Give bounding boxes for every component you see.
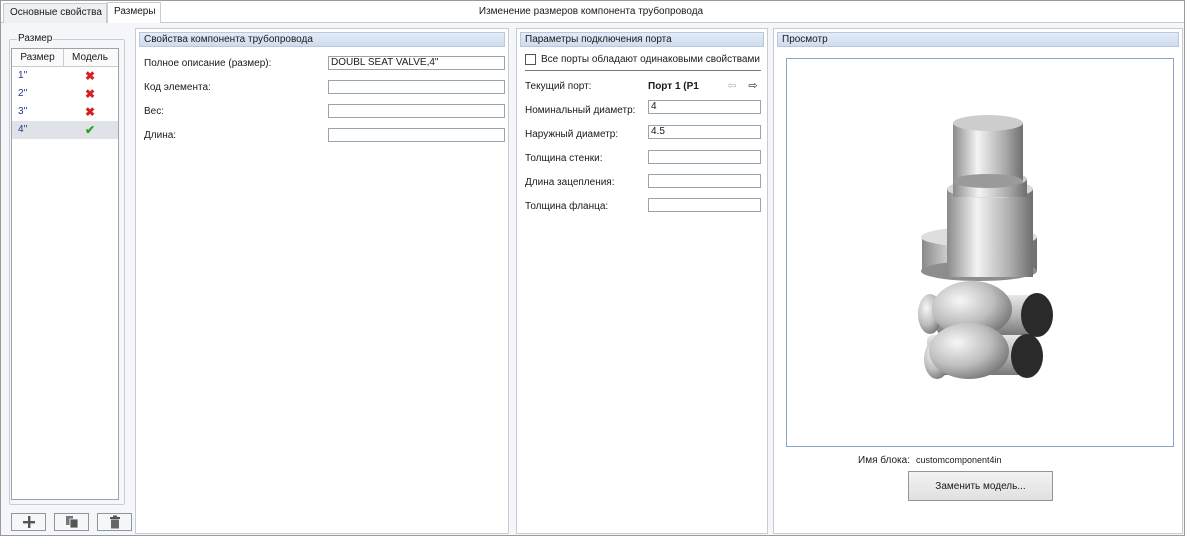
trash-icon: [109, 515, 120, 529]
size-row-2[interactable]: 2'' ✖: [12, 85, 118, 103]
port-parameters-panel: Параметры подключения порта Все порты об…: [516, 28, 768, 534]
x-icon: ✖: [84, 105, 96, 119]
flange-thickness-label: Толщина фланца:: [525, 201, 609, 212]
size-list[interactable]: Размер Модель 1'' ✖ 2'' ✖ 3'' ✖ 4'' ✔: [11, 48, 119, 500]
size-cell: 3'': [18, 106, 28, 117]
nominal-diameter-input[interactable]: 4: [648, 100, 761, 114]
engagement-length-input[interactable]: [648, 174, 761, 188]
element-code-input[interactable]: [328, 80, 505, 94]
flange-thickness-input[interactable]: [648, 198, 761, 212]
current-port-label: Текущий порт:: [525, 81, 592, 92]
length-label: Длина:: [144, 130, 177, 141]
element-code-label: Код элемента:: [144, 82, 211, 93]
block-name-label: Имя блока:: [858, 455, 910, 466]
next-port-arrow-icon[interactable]: ⇨: [746, 80, 760, 92]
size-cell: 2'': [18, 88, 28, 99]
window-title: Изменение размеров компонента трубопрово…: [478, 6, 704, 17]
full-description-label: Полное описание (размер):: [144, 58, 272, 69]
size-row-3[interactable]: 3'' ✖: [12, 103, 118, 121]
nominal-diameter-label: Номинальный диаметр:: [525, 105, 636, 116]
size-buttons: [11, 513, 132, 531]
column-header-size[interactable]: Размер: [12, 49, 64, 66]
size-row-4[interactable]: 4'' ✔: [12, 121, 118, 139]
model-preview-viewport[interactable]: [786, 58, 1174, 447]
column-header-model[interactable]: Модель: [64, 49, 116, 66]
outer-diameter-label: Наружный диаметр:: [525, 129, 619, 140]
prev-port-arrow-icon[interactable]: ⇦: [725, 80, 739, 92]
size-group-legend: Размер: [17, 33, 54, 44]
dialog-window: Основные свойства Размеры Изменение разм…: [0, 0, 1185, 536]
preview-header: Просмотр: [777, 32, 1179, 47]
outer-diameter-input[interactable]: 4.5: [648, 125, 761, 139]
plus-icon: [22, 516, 35, 528]
length-input[interactable]: [328, 128, 505, 142]
size-list-header: Размер Модель: [12, 49, 118, 67]
add-size-button[interactable]: [11, 513, 46, 531]
weight-input[interactable]: [328, 104, 505, 118]
all-ports-same-checkbox[interactable]: [525, 54, 536, 65]
engagement-length-label: Длина зацепления:: [525, 177, 615, 188]
size-cell: 1'': [18, 70, 28, 81]
tab-main-properties[interactable]: Основные свойства: [3, 3, 107, 23]
component-properties-header: Свойства компонента трубопровода: [139, 32, 505, 47]
preview-panel: Просмотр Имя блока: customcomponent4in З…: [773, 28, 1183, 534]
copy-size-button[interactable]: [54, 513, 89, 531]
valve-model-image: [918, 115, 1053, 379]
weight-label: Вес:: [144, 106, 165, 117]
wall-thickness-input[interactable]: [648, 150, 761, 164]
x-icon: ✖: [84, 87, 96, 101]
size-row-1[interactable]: 1'' ✖: [12, 67, 118, 85]
full-description-input[interactable]: DOUBL SEAT VALVE,4": [328, 56, 505, 70]
block-name-value: customcomponent4in: [916, 455, 1002, 465]
tab-sizes[interactable]: Размеры: [107, 2, 161, 23]
size-cell: 4'': [18, 124, 28, 135]
wall-thickness-label: Толщина стенки:: [525, 153, 603, 164]
replace-model-button[interactable]: Заменить модель...: [908, 471, 1053, 501]
separator: [525, 70, 761, 71]
all-ports-same-label: Все порты обладают одинаковыми свойствам…: [541, 54, 760, 65]
delete-size-button[interactable]: [97, 513, 132, 531]
x-icon: ✖: [84, 69, 96, 83]
current-port-value: Порт 1 (P1: [648, 81, 699, 92]
check-icon: ✔: [84, 123, 96, 137]
tab-strip: Основные свойства Размеры Изменение разм…: [1, 1, 1184, 23]
port-parameters-header: Параметры подключения порта: [520, 32, 764, 47]
component-properties-panel: Свойства компонента трубопровода Полное …: [135, 28, 509, 534]
copy-icon: [65, 516, 78, 529]
